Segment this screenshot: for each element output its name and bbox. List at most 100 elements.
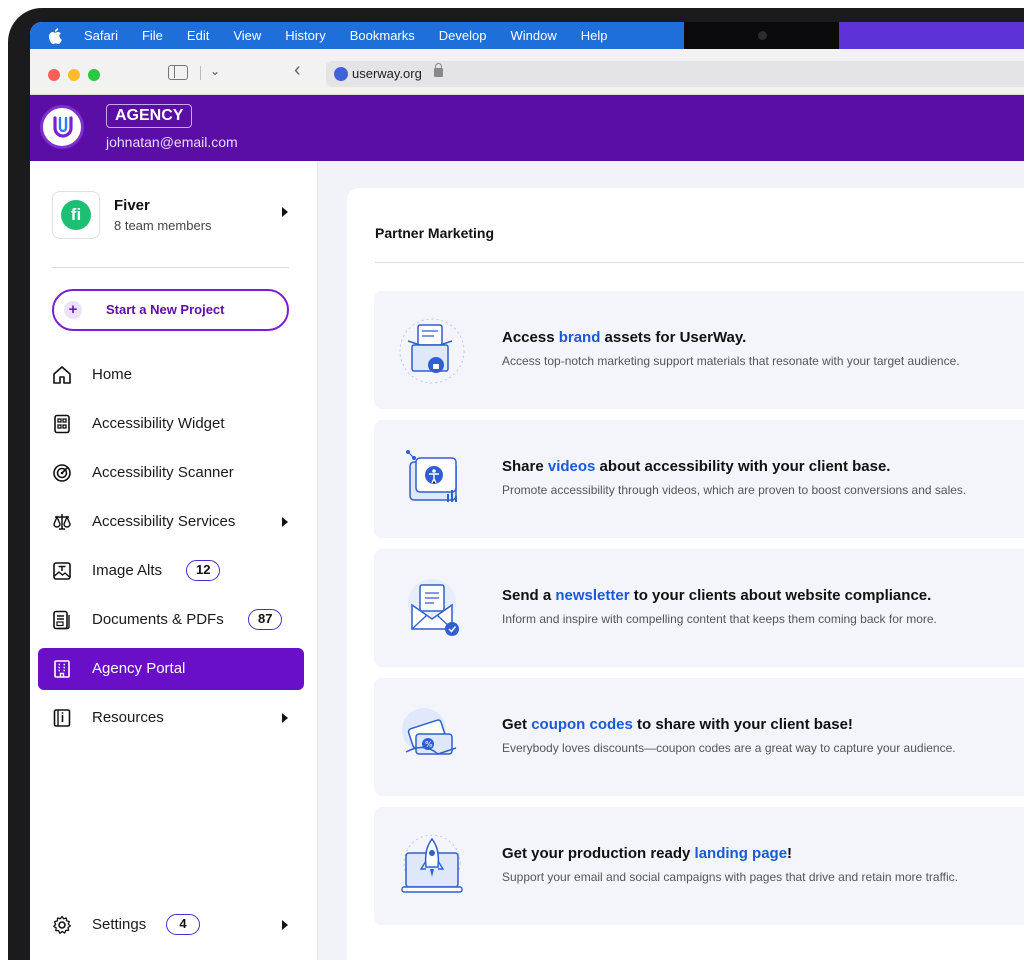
newsletter-icon: [408, 579, 459, 636]
card-title: Send a newsletter to your clients about …: [502, 587, 932, 604]
agency-badge: AGENCY: [106, 104, 193, 128]
sidebar-item-label: Accessibility Services: [92, 513, 236, 530]
image-alts-count-badge: 12: [186, 560, 221, 581]
sidebar-toggle-icon[interactable]: [168, 65, 188, 80]
partner-marketing-panel: Partner Marketing Access brand assets fo…: [347, 188, 1024, 960]
sidebar-item-label: Settings: [92, 916, 147, 933]
section-title: Partner Marketing: [375, 225, 495, 241]
sidebar: fi Fiver 8 team members + Start a New Pr…: [30, 161, 318, 960]
device-frame: Safari File Edit View History Bookmarks …: [0, 0, 1024, 960]
video-icon: [406, 450, 457, 502]
team-members: 8 team members: [114, 218, 212, 233]
card-title: Get coupon codes to share with your clie…: [502, 716, 853, 733]
start-new-project-button[interactable]: + Start a New Project: [52, 289, 289, 331]
scanner-icon: [53, 464, 71, 482]
menu-file[interactable]: File: [130, 22, 175, 49]
userway-logo[interactable]: [40, 105, 84, 149]
landing-page-icon: [401, 834, 463, 893]
app-header: AGENCY johnatan@email.com: [30, 95, 1024, 161]
coupon-icon: %: [402, 708, 457, 755]
menubar-items: Safari File Edit View History Bookmarks …: [48, 22, 619, 49]
minimize-window-button[interactable]: [68, 69, 80, 81]
building-icon: [54, 660, 70, 678]
brand-link[interactable]: brand: [559, 329, 601, 346]
sidebar-item-label: Accessibility Scanner: [92, 464, 234, 481]
expand-arrow-icon[interactable]: [282, 920, 288, 930]
card-brand-assets[interactable]: Access brand assets for UserWay. Access …: [374, 291, 1024, 409]
toolbar-divider: [200, 66, 201, 80]
camera-icon: [758, 31, 767, 40]
user-email: johnatan@email.com: [106, 134, 238, 150]
expand-arrow-icon[interactable]: [282, 713, 288, 723]
gear-icon: [53, 915, 71, 934]
screen: Safari File Edit View History Bookmarks …: [30, 22, 1024, 960]
card-description: Everybody loves discounts—coupon codes a…: [502, 741, 956, 755]
card-title: Access brand assets for UserWay.: [502, 329, 747, 346]
menu-window[interactable]: Window: [498, 22, 568, 49]
services-icon: [53, 514, 71, 530]
card-title: Share videos about accessibility with yo…: [502, 458, 891, 475]
apple-icon[interactable]: [48, 27, 62, 44]
coupon-codes-link[interactable]: coupon codes: [531, 716, 633, 733]
videos-link[interactable]: videos: [548, 458, 596, 475]
menu-edit[interactable]: Edit: [175, 22, 221, 49]
card-landing-page[interactable]: Get your production ready landing page! …: [374, 807, 1024, 925]
team-expand-arrow-icon[interactable]: [282, 207, 288, 217]
card-description: Support your email and social campaigns …: [502, 870, 959, 884]
userway-logo-icon: [53, 116, 73, 138]
sidebar-divider: [52, 267, 289, 268]
team-logo[interactable]: fi: [52, 191, 100, 239]
address-bar[interactable]: userway.org: [326, 61, 1024, 87]
sidebar-item-accessibility-widget[interactable]: Accessibility Widget: [38, 403, 304, 445]
sidebar-item-label: Documents & PDFs: [92, 611, 224, 628]
home-icon: [53, 366, 71, 384]
sidebar-item-image-alts[interactable]: Image Alts 12: [38, 550, 304, 592]
menubar: Safari File Edit View History Bookmarks …: [30, 22, 1024, 49]
card-videos[interactable]: Share videos about accessibility with yo…: [374, 420, 1024, 538]
brand-assets-icon: [399, 318, 465, 384]
zoom-window-button[interactable]: [88, 69, 100, 81]
sidebar-item-agency-portal[interactable]: Agency Portal: [38, 648, 304, 690]
image-icon: [53, 562, 71, 580]
chevron-down-icon[interactable]: ⌄: [210, 64, 220, 78]
back-arrow-icon[interactable]: ‹: [294, 59, 301, 82]
card-title: Get your production ready landing page!: [502, 845, 793, 862]
menubar-status-area: [839, 22, 1024, 49]
card-coupon-codes[interactable]: % Get coupon codes to share with your cl…: [374, 678, 1024, 796]
expand-arrow-icon[interactable]: [282, 517, 288, 527]
card-description: Access top-notch marketing support mater…: [502, 354, 960, 368]
fiverr-logo-icon: fi: [61, 200, 91, 230]
sidebar-item-settings[interactable]: Settings 4: [38, 904, 304, 946]
newsletter-link[interactable]: newsletter: [555, 587, 629, 604]
start-new-project-label: Start a New Project: [106, 302, 225, 317]
sidebar-item-documents-pdfs[interactable]: Documents & PDFs 87: [38, 599, 304, 641]
sidebar-item-accessibility-scanner[interactable]: Accessibility Scanner: [38, 452, 304, 494]
landing-page-link[interactable]: landing page: [695, 845, 788, 862]
sidebar-item-label: Accessibility Widget: [92, 415, 225, 432]
team-name[interactable]: Fiver: [114, 197, 150, 214]
main-content: Partner Marketing Access brand assets fo…: [318, 161, 1024, 960]
url-text: userway.org: [352, 66, 422, 81]
accessibility-site-icon: [334, 67, 348, 81]
card-newsletter[interactable]: Send a newsletter to your clients about …: [374, 549, 1024, 667]
settings-count-badge: 4: [166, 914, 200, 935]
lock-icon: [434, 63, 443, 77]
menu-history[interactable]: History: [273, 22, 337, 49]
sidebar-item-label: Resources: [92, 709, 164, 726]
menu-develop[interactable]: Develop: [427, 22, 499, 49]
close-window-button[interactable]: [48, 69, 60, 81]
card-description: Promote accessibility through videos, wh…: [502, 483, 967, 497]
menu-safari[interactable]: Safari: [72, 22, 130, 49]
sidebar-item-home[interactable]: Home: [38, 354, 304, 396]
menu-bookmarks[interactable]: Bookmarks: [338, 22, 427, 49]
sidebar-item-accessibility-services[interactable]: Accessibility Services: [38, 501, 304, 543]
menu-view[interactable]: View: [221, 22, 273, 49]
sidebar-item-resources[interactable]: Resources: [38, 697, 304, 739]
card-description: Inform and inspire with compelling conte…: [502, 612, 937, 626]
book-icon: [53, 709, 71, 727]
section-divider: [375, 262, 1024, 263]
plus-icon: +: [64, 301, 82, 319]
menu-help[interactable]: Help: [569, 22, 620, 49]
widget-icon: [54, 414, 70, 434]
sidebar-item-label: Home: [92, 366, 133, 383]
